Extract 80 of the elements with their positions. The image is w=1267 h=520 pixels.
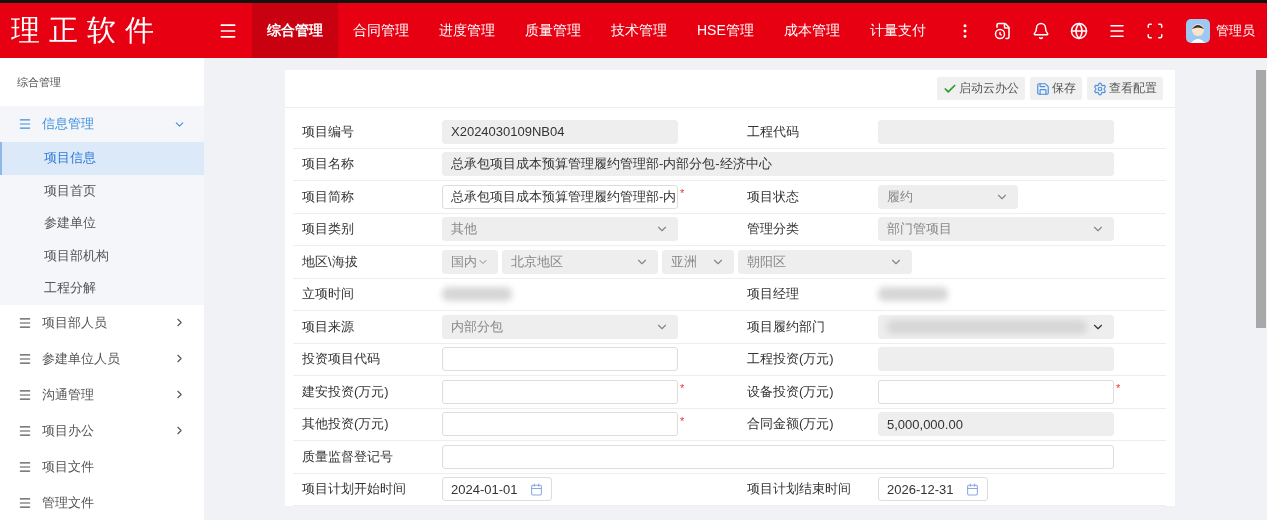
required-mark: * [679, 187, 686, 199]
field-label: 设备投资(万元) [746, 382, 835, 401]
nav-tab[interactable]: 合同管理 [338, 3, 424, 58]
nav-tab[interactable]: HSE管理 [682, 3, 769, 58]
logo: 理正软件 [10, 11, 164, 49]
save-icon [1036, 81, 1050, 96]
blurred-value [442, 287, 512, 302]
nav-tab[interactable]: 计量支付 [854, 3, 941, 58]
field-label: 项目类别 [301, 220, 355, 239]
nav-tab[interactable]: 成本管理 [768, 3, 855, 58]
field-label: 项目名称 [301, 155, 355, 174]
sidebar-group[interactable]: 管理文件 [0, 484, 204, 520]
input-field[interactable] [442, 347, 678, 372]
field-label: 管理分类 [746, 220, 800, 239]
sidebar-group[interactable]: 项目办公 [0, 412, 204, 449]
field-label: 工程投资(万元) [746, 350, 835, 369]
sidebar-group[interactable]: 参建单位人员 [0, 340, 204, 377]
field-label: 项目计划开始时间 [301, 480, 407, 499]
field-label: 项目履约部门 [746, 317, 826, 336]
field-label: 投资项目代码 [301, 350, 381, 369]
dropdown[interactable] [878, 314, 1114, 339]
field-label: 项目编号 [301, 122, 355, 141]
document-clock-icon[interactable] [994, 21, 1012, 40]
read-only-field[interactable]: X2024030109NB04 [442, 119, 678, 144]
sidebar-item[interactable]: 项目信息 [0, 142, 204, 175]
field-label: 项目经理 [746, 285, 800, 304]
fullscreen-icon[interactable] [1146, 21, 1164, 40]
field-label: 项目来源 [301, 317, 355, 336]
required-mark: * [679, 382, 686, 394]
list-icon [18, 351, 32, 366]
nav-tab[interactable]: 质量管理 [510, 3, 596, 58]
field-label: 项目计划结束时间 [746, 480, 852, 499]
input-field[interactable] [442, 444, 1114, 469]
avatar-icon[interactable] [1186, 18, 1210, 43]
input-field[interactable] [878, 379, 1114, 404]
calendar-icon [966, 482, 979, 496]
sidebar-item[interactable]: 项目部机构 [0, 239, 204, 272]
sidebar-group[interactable]: 项目部人员 [0, 304, 204, 341]
settings-icon [1093, 81, 1107, 96]
blurred-value [878, 287, 948, 302]
field-label: 其他投资(万元) [301, 415, 390, 434]
required-mark: * [1115, 382, 1122, 394]
required-mark: * [679, 414, 686, 427]
input-field[interactable] [442, 379, 678, 404]
sidebar-item[interactable]: 工程分解 [0, 272, 204, 305]
date-field[interactable]: 2024-01-01 [442, 477, 552, 502]
input-field[interactable]: 总承包项目成本预算管理履约管理部-内 [442, 184, 678, 209]
toolbar-button[interactable]: 查看配置 [1087, 77, 1163, 100]
list-icon [18, 315, 32, 330]
nav-tab[interactable]: 进度管理 [424, 3, 510, 58]
input-field[interactable] [442, 412, 678, 437]
read-only-field[interactable]: 5,000,000.00 [878, 412, 1114, 437]
field-label: 地区\海拔 [301, 252, 359, 271]
list-icon [18, 459, 32, 474]
list-icon [18, 117, 32, 131]
bell-icon[interactable] [1032, 21, 1050, 40]
sidebar-group[interactable]: 沟通管理 [0, 376, 204, 413]
user-name[interactable]: 管理员 [1216, 21, 1255, 40]
field-label: 建安投资(万元) [301, 382, 390, 401]
sidebar-title: 综合管理 [16, 75, 62, 90]
globe-icon[interactable] [1070, 21, 1088, 40]
nav-tab[interactable]: 技术管理 [596, 3, 682, 58]
list-icon [18, 423, 32, 438]
field-label: 项目简称 [301, 187, 355, 206]
list-icon [18, 495, 32, 510]
sidebar-group[interactable]: 项目文件 [0, 448, 204, 485]
sidebar-item[interactable]: 项目首页 [0, 174, 204, 207]
toolbar-button[interactable]: 保存 [1030, 77, 1082, 100]
nav-tab[interactable]: 综合管理 [252, 3, 338, 58]
list-icon [18, 387, 32, 402]
toolbar-button[interactable]: 启动云办公 [937, 77, 1025, 100]
field-label: 质量监督登记号 [301, 447, 394, 466]
field-label: 合同金额(万元) [746, 415, 835, 434]
read-only-field[interactable]: 总承包项目成本预算管理履约管理部-内部分包-经济中心 [442, 152, 1114, 177]
field-label: 工程代码 [746, 122, 800, 141]
calendar-icon [530, 482, 543, 496]
sidebar-item[interactable]: 参建单位 [0, 207, 204, 240]
field-label: 立项时间 [301, 285, 355, 304]
date-field[interactable]: 2026-12-31 [878, 477, 988, 502]
field-label: 项目状态 [746, 187, 800, 206]
